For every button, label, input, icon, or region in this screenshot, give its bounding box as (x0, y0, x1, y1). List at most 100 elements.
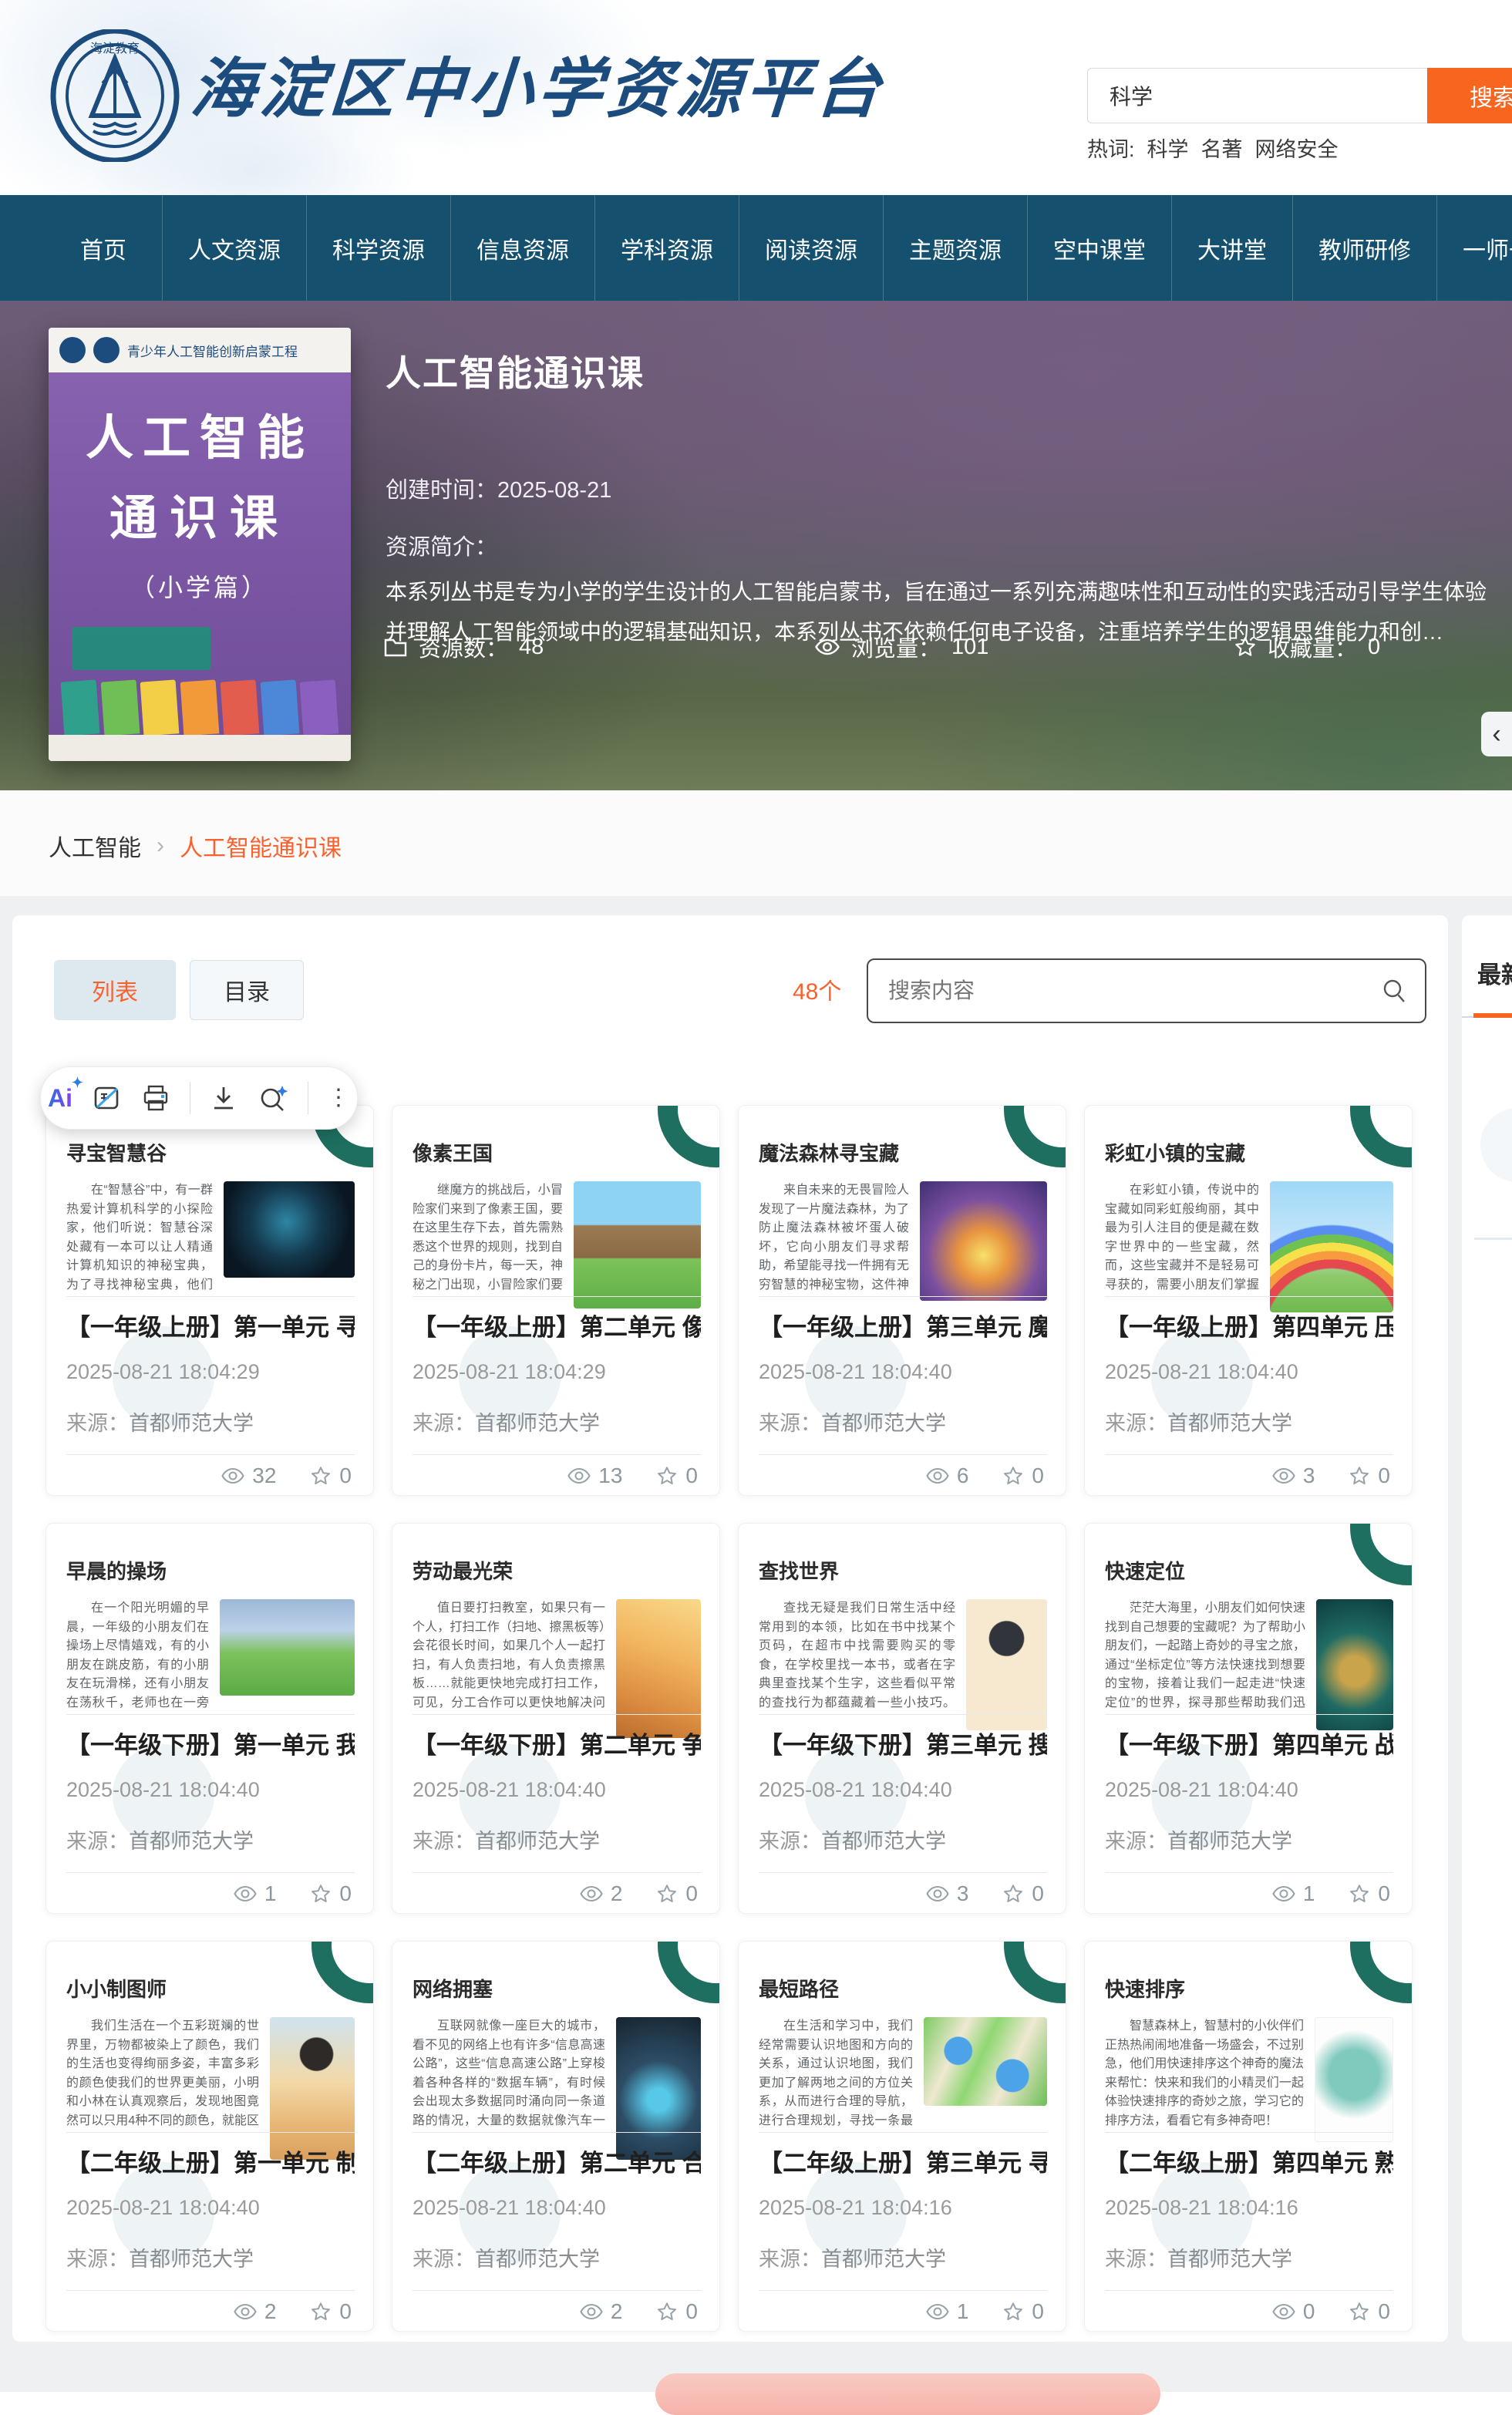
eye-icon (567, 1467, 591, 1484)
chevron-right-icon: › (157, 833, 164, 859)
card-description: 我们生活在一个五彩斑斓的世界里，万物都被染上了颜色，我们的生活也变得绚丽多姿，丰… (66, 2017, 259, 2131)
card-unit-title[interactable]: 【一年级下册】第三单元 搜… (759, 1726, 1047, 1760)
favorite-count: 0 (656, 1463, 698, 1488)
nav-item-air-class[interactable]: 空中课堂 (1027, 195, 1171, 301)
card-unit-title[interactable]: 【二年级上册】第三单元 寻… (759, 2144, 1047, 2178)
card-story-title: 魔法森林寻宝藏 (759, 1138, 899, 1167)
pagination-bar[interactable] (655, 2373, 1160, 2415)
card-unit-title[interactable]: 【二年级上册】第一单元 制… (66, 2144, 355, 2178)
card-illustration (220, 1599, 355, 1696)
eye-icon (1272, 2303, 1295, 2320)
tab-latest[interactable]: 最新 (1477, 955, 1512, 990)
breadcrumb-root[interactable]: 人工智能 (49, 829, 141, 863)
card-unit-title[interactable]: 【一年级上册】第四单元 压… (1105, 1308, 1393, 1342)
resource-card[interactable]: 寻宝智慧谷 在“智慧谷”中，有一群热爱计算机科学的小探险家，他们听说：智慧谷深处… (45, 1105, 374, 1496)
card-source: 来源：首都师范大学 (759, 2242, 946, 2272)
corner-ribbon-icon (1350, 1105, 1413, 1167)
card-unit-title[interactable]: 【一年级下册】第二单元 争… (413, 1726, 701, 1760)
translate-disabled-icon[interactable] (91, 1083, 122, 1113)
nav-item-lecture[interactable]: 大讲堂 (1171, 195, 1292, 301)
card-date: 2025-08-21 18:04:29 (66, 1360, 260, 1384)
eye-icon (580, 1885, 603, 1902)
resource-card[interactable]: 魔法森林寻宝藏 来自未来的无畏冒险人发现了一片魔法森林，为了防止魔法森林被坏蛋人… (738, 1105, 1066, 1496)
star-icon (1002, 1884, 1024, 1905)
resource-card[interactable]: 最短路径 在生活和学习中，我们经常需要认识地图和方向的关系，通过认识地图，我们更… (738, 1941, 1066, 2332)
card-illustration (920, 1181, 1047, 1301)
view-count: 2 (580, 2299, 623, 2324)
card-unit-title[interactable]: 【一年级上册】第三单元 魔… (759, 1308, 1047, 1342)
sparkle-icon: ✦ (72, 1075, 83, 1091)
card-stats: 13 0 (567, 1463, 698, 1488)
card-story-title: 彩虹小镇的宝藏 (1105, 1138, 1245, 1167)
nav-item-science[interactable]: 科学资源 (306, 195, 450, 301)
view-count: 2 (234, 2299, 277, 2324)
card-source: 来源：首都师范大学 (413, 1824, 600, 1854)
card-description: 在一个阳光明媚的早晨，一年级的小朋友们在操场上尽情嬉戏，有的小朋友在跳皮筋，有的… (66, 1599, 209, 1713)
card-date: 2025-08-21 18:04:40 (759, 1360, 952, 1384)
tab-list-view[interactable]: 列表 (54, 960, 176, 1020)
hotword-link[interactable]: 网络安全 (1255, 133, 1339, 163)
eye-icon (1272, 1885, 1295, 1902)
nav-item-humanities[interactable]: 人文资源 (162, 195, 306, 301)
carousel-prev-button[interactable]: ‹ (1481, 712, 1512, 756)
card-unit-title[interactable]: 【二年级上册】第二单元 合… (413, 2144, 701, 2178)
card-description: 来自未来的无畏冒险人发现了一片魔法森林，为了防止魔法森林被坏蛋人破坏，它向小朋友… (759, 1181, 909, 1295)
card-unit-title[interactable]: 【一年级下册】第一单元 我… (66, 1726, 355, 1760)
header-search-button[interactable]: 搜索 (1427, 68, 1512, 123)
resource-card[interactable]: 小小制图师 我们生活在一个五彩斑斓的世界里，万物都被染上了颜色，我们的生活也变得… (45, 1941, 374, 2332)
ai-search-icon[interactable] (257, 1083, 289, 1113)
card-stats: 1 0 (926, 2299, 1044, 2324)
nav-item-home[interactable]: 首页 (45, 195, 162, 301)
resource-card[interactable]: 像素王国 继魔方的挑战后，小冒险家们来到了像素王国，要在这里生存下去，首先需熟悉… (392, 1105, 720, 1496)
site-title: 海淀区中小学资源平台 (188, 37, 888, 130)
nav-item-theme[interactable]: 主题资源 (883, 195, 1027, 301)
resource-card[interactable]: 快速排序 智慧森林上，智慧村的小伙伴们正热热闹闹地准备一场盛会，不过别急，他们用… (1084, 1941, 1413, 2332)
eye-icon (814, 638, 840, 656)
tab-catalog-view[interactable]: 目录 (190, 960, 304, 1020)
card-date: 2025-08-21 18:04:16 (1105, 2196, 1298, 2220)
more-icon[interactable]: ⋮ (327, 1086, 350, 1110)
eye-icon (580, 2303, 603, 2320)
card-unit-title[interactable]: 【一年级上册】第二单元 像… (413, 1308, 701, 1342)
card-unit-title[interactable]: 【二年级上册】第四单元 熟… (1105, 2144, 1393, 2178)
resource-card[interactable]: 早晨的操场 在一个阳光明媚的早晨，一年级的小朋友们在操场上尽情嬉戏，有的小朋友在… (45, 1523, 374, 1914)
card-stats: 2 0 (580, 1881, 698, 1906)
card-date: 2025-08-21 18:04:29 (413, 1360, 606, 1384)
hotword-link[interactable]: 科学 (1147, 133, 1189, 163)
nav-item-subject[interactable]: 学科资源 (594, 195, 739, 301)
ai-icon[interactable]: Ai✦ (48, 1084, 72, 1113)
cover-title-line2: 通识课 (49, 479, 351, 548)
hotword-link[interactable]: 名著 (1201, 133, 1243, 163)
resource-card[interactable]: 彩虹小镇的宝藏 在彩虹小镇，传说中的宝藏如同彩虹般绚丽，其中最为引人注目的便是藏… (1084, 1105, 1413, 1496)
card-unit-title[interactable]: 【一年级上册】第一单元 寻… (66, 1308, 355, 1342)
nav-item-reading[interactable]: 阅读资源 (739, 195, 883, 301)
star-icon (310, 1466, 332, 1487)
nav-item-one-teacher[interactable]: 一师一课 (1436, 195, 1512, 301)
resource-card[interactable]: 快速定位 茫茫大海里，小朋友们如何快速找到自己想要的宝藏呢？为了帮助小朋友们，一… (1084, 1523, 1413, 1914)
resource-card[interactable]: 查找世界 查找无疑是我们日常生活中经常用到的本领，比如在书中找某个页码，在超市中… (738, 1523, 1066, 1914)
card-source: 来源：首都师范大学 (759, 1406, 946, 1437)
course-created-time: 创建时间：2025-08-21 (386, 472, 611, 504)
card-description: 查找无疑是我们日常生活中经常用到的本领，比如在书中找某个页码，在超市中找需要购买… (759, 1599, 955, 1713)
card-unit-title[interactable]: 【一年级下册】第四单元 战… (1105, 1726, 1393, 1760)
card-stats: 32 0 (221, 1463, 352, 1488)
header-search-input[interactable] (1087, 68, 1427, 123)
favorite-count: 0 (310, 2299, 352, 2324)
search-icon[interactable] (1380, 977, 1408, 1005)
card-illustration (924, 2017, 1047, 2106)
nav-item-teacher-training[interactable]: 教师研修 (1292, 195, 1436, 301)
view-count: 1 (1272, 1881, 1315, 1906)
card-story-title: 寻宝智慧谷 (66, 1138, 167, 1167)
printer-icon[interactable] (140, 1083, 171, 1113)
resource-count-stat: 资源数：48 (383, 631, 544, 663)
eye-icon (926, 2303, 949, 2320)
card-stats: 3 0 (1272, 1463, 1390, 1488)
content-search-input[interactable] (868, 978, 1380, 1003)
card-story-title: 劳动最光荣 (413, 1556, 513, 1585)
resource-card[interactable]: 网络拥塞 互联网就像一座巨大的城市，看不见的网络上也有许多“信息高速公路”，这些… (392, 1941, 720, 2332)
resource-card[interactable]: 劳动最光荣 值日要打扫教室，如果只有一个人，打扫工作（扫地、擦黑板等）会花很长时… (392, 1523, 720, 1914)
breadcrumb-bar: 人工智能 › 人工智能通识课 (0, 790, 1512, 897)
download-icon[interactable] (209, 1083, 238, 1113)
nav-item-information[interactable]: 信息资源 (450, 195, 594, 301)
course-cover-image[interactable]: 青少年人工智能创新启蒙工程 人工智能 通识课 （小学篇） (49, 328, 351, 761)
